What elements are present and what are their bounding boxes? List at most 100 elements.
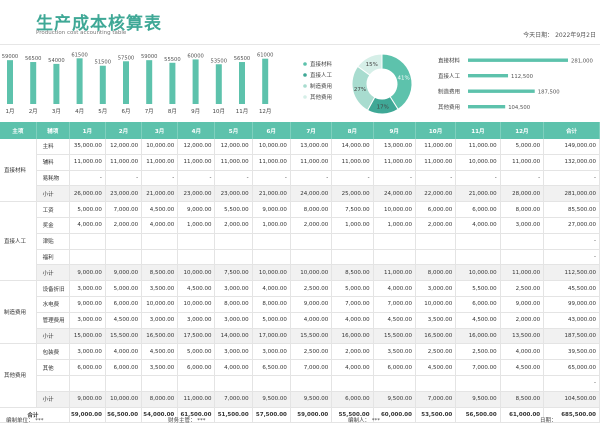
value-cell bbox=[290, 249, 333, 266]
value-cell: 4,000.00 bbox=[500, 343, 545, 361]
footer-finance-value: *** bbox=[197, 418, 206, 424]
bar-value-label: 57500 bbox=[118, 55, 135, 61]
value-cell bbox=[373, 249, 416, 266]
value-cell bbox=[69, 249, 106, 266]
value-cell: 1,000.00 bbox=[177, 217, 216, 234]
value-cell: 11,000.00 bbox=[455, 139, 501, 155]
category-cell: 其他费用 bbox=[0, 343, 37, 408]
hbar-value-label: 104,500 bbox=[508, 105, 531, 111]
value-cell: 28,000.00 bbox=[500, 185, 545, 203]
value-cell: 3,000.00 bbox=[415, 280, 457, 297]
value-cell: - bbox=[543, 375, 600, 392]
value-cell: 11,000.00 bbox=[105, 154, 143, 171]
subcategory-cell: 小计 bbox=[36, 391, 70, 408]
hbar-category-label: 直接人工 bbox=[438, 72, 461, 80]
column-header: 12月 bbox=[500, 122, 545, 139]
value-cell: 26,000.00 bbox=[69, 185, 106, 203]
subtotal-row: 小计 26,000.00 23,000.00 21,000.00 23,000.00 23… bbox=[0, 185, 600, 203]
value-cell: 10,000.00 bbox=[252, 264, 291, 282]
value-cell bbox=[252, 233, 291, 250]
value-cell: 2,000.00 bbox=[415, 217, 457, 234]
value-cell: 6,000.00 bbox=[331, 391, 374, 408]
value-cell: 14,000.00 bbox=[331, 139, 374, 155]
column-header: 5月 bbox=[214, 122, 253, 139]
value-cell: 10,000.00 bbox=[373, 201, 416, 218]
value-cell: 9,500.00 bbox=[455, 391, 501, 408]
value-cell: 5,000.00 bbox=[69, 201, 106, 218]
value-cell: 11,000.00 bbox=[373, 154, 416, 171]
value-cell bbox=[141, 375, 179, 392]
bar-10 bbox=[215, 64, 222, 104]
value-cell: 5,000.00 bbox=[331, 280, 374, 297]
value-cell: 3,000.00 bbox=[69, 280, 106, 297]
value-cell: 112,500.00 bbox=[543, 264, 600, 282]
value-cell: 7,000.00 bbox=[105, 201, 143, 218]
value-cell: 3,000.00 bbox=[252, 343, 291, 361]
value-cell bbox=[141, 249, 179, 266]
value-cell: - bbox=[331, 170, 374, 187]
bar-value-label: 51500 bbox=[95, 60, 112, 66]
value-cell: 11,000.00 bbox=[141, 154, 179, 171]
value-cell: 6,000.00 bbox=[105, 296, 143, 313]
subcategory-cell bbox=[36, 375, 70, 392]
bar-category-label: 7月 bbox=[145, 108, 154, 115]
value-cell: 65,000.00 bbox=[543, 359, 600, 376]
value-cell bbox=[500, 249, 545, 266]
column-header: 1月 bbox=[69, 122, 106, 139]
bar-value-label: 61500 bbox=[71, 52, 88, 58]
value-cell: 7,000.00 bbox=[290, 359, 333, 376]
bar-7 bbox=[146, 60, 153, 104]
value-cell: 10,000.00 bbox=[141, 296, 179, 313]
column-header: 辅项 bbox=[36, 122, 70, 139]
value-cell: 3,000.00 bbox=[214, 280, 253, 297]
value-cell: 10,000.00 bbox=[415, 296, 457, 313]
footer-preparer-value: *** bbox=[371, 418, 381, 424]
value-cell: 3,000.00 bbox=[177, 312, 216, 329]
legend-marker bbox=[303, 62, 307, 66]
value-cell: 11,000.00 bbox=[415, 139, 457, 155]
value-cell: 149,000.00 bbox=[543, 139, 600, 155]
value-cell: 11,000.00 bbox=[500, 154, 545, 171]
value-cell: 4,000.00 bbox=[331, 359, 374, 376]
value-cell: 4,000.00 bbox=[455, 217, 501, 234]
value-cell: 8,000.00 bbox=[141, 391, 179, 408]
value-cell: 11,000.00 bbox=[290, 154, 333, 171]
value-cell: 4,000.00 bbox=[331, 312, 374, 329]
bar-12 bbox=[262, 58, 269, 104]
legend-label: 直接材料 bbox=[310, 60, 333, 68]
value-cell: 6,000.00 bbox=[415, 201, 457, 218]
table-row: 其他 6,000.00 6,000.00 3,500.00 6,000.00 4,000.… bbox=[0, 359, 600, 376]
value-cell: 9,000.00 bbox=[69, 264, 106, 282]
value-cell: 3,500.00 bbox=[141, 280, 179, 297]
bar-5 bbox=[99, 65, 106, 104]
subcategory-cell: 管理费用 bbox=[36, 312, 70, 329]
value-cell: 2,000.00 bbox=[331, 343, 374, 361]
value-cell: 23,000.00 bbox=[214, 185, 253, 203]
cost-share-donut-chart: 直接材料直接人工制造费用其他费用 41% 17% 27% 15% bbox=[303, 53, 413, 115]
table-row: 直接材料 主料 35,000.00 12,000.00 10,000.00 12,000.… bbox=[0, 139, 600, 203]
value-cell: - bbox=[500, 170, 545, 187]
value-cell: 2,500.00 bbox=[455, 343, 501, 361]
value-cell: 4,500.00 bbox=[455, 312, 501, 329]
value-cell: 10,000.00 bbox=[455, 154, 501, 171]
bar-value-label: 54000 bbox=[48, 58, 65, 64]
value-cell: 15,500.00 bbox=[373, 328, 416, 345]
cost-table: 主项 辅项 1月 2月 3月 4月 5月 6月 7月 8月 9月 10月 11月 12月 合计 直接材料 主料… bbox=[0, 122, 600, 424]
value-cell: 21,000.00 bbox=[252, 185, 291, 203]
column-header: 8月 bbox=[331, 122, 374, 139]
table-row: 水电费 9,000.00 6,000.00 10,000.00 10,000.00 8,0… bbox=[0, 296, 600, 313]
value-cell bbox=[415, 249, 457, 266]
column-header: 11月 bbox=[455, 122, 501, 139]
hbar-category-label: 制造费用 bbox=[438, 88, 460, 96]
value-cell: 9,500.00 bbox=[252, 391, 291, 408]
bar-category-label: 5月 bbox=[98, 108, 107, 115]
value-cell: 3,000.00 bbox=[214, 312, 253, 329]
value-cell: 12,000.00 bbox=[105, 139, 143, 155]
value-cell: 11,000.00 bbox=[214, 154, 253, 171]
value-cell: 9,000.00 bbox=[177, 201, 216, 218]
value-cell: 11,000.00 bbox=[252, 154, 291, 171]
legend-label: 直接人工 bbox=[310, 71, 333, 79]
donut-slice-label: 27% bbox=[354, 87, 366, 93]
value-cell: 12,000.00 bbox=[177, 139, 216, 155]
bar-value-label: 56500 bbox=[234, 56, 251, 62]
